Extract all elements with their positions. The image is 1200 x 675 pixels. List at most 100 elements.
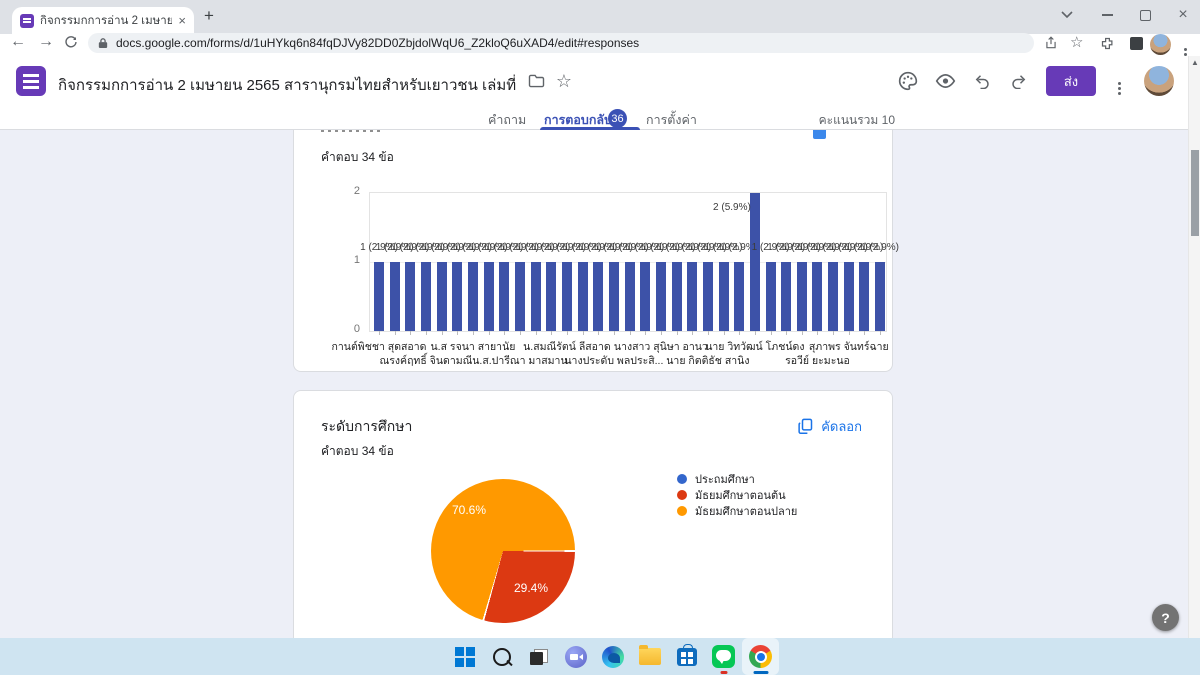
bar <box>389 262 400 331</box>
pie-slice-label-red: 29.4% <box>513 581 549 595</box>
url-text: docs.google.com/forms/d/1uHYkq6n84fqDJVy… <box>116 36 640 50</box>
x-tick <box>613 331 615 335</box>
edge-icon <box>601 645 624 668</box>
answers-count-label: คำตอบ 34 ข้อ <box>321 150 394 164</box>
start-button[interactable] <box>446 638 483 675</box>
x-tick <box>457 331 459 335</box>
x-tick <box>723 331 725 335</box>
chrome-button[interactable] <box>742 638 779 675</box>
browser-tab[interactable]: กิจกรรมกการอ่าน 2 เมษายน 2565 สา × <box>12 7 194 34</box>
bar <box>749 193 760 331</box>
new-tab-button[interactable]: + <box>204 6 214 26</box>
pie-slice-label-orange: 70.6% <box>451 503 487 517</box>
x-tick <box>692 331 694 335</box>
bar <box>828 262 839 331</box>
bar <box>859 262 870 331</box>
browser-menu-kebab-icon[interactable] <box>1184 38 1187 56</box>
file-explorer-button[interactable] <box>631 638 668 675</box>
copy-label: คัดลอก <box>821 419 862 434</box>
preview-eye-icon[interactable] <box>933 69 957 93</box>
form-title[interactable]: กิจกรรมกการอ่าน 2 เมษายน 2565 สารานุกรมไ… <box>58 73 520 97</box>
x-axis-label: นางประดับ พลประสิ... <box>564 355 664 367</box>
x-tick <box>739 331 741 335</box>
redo-icon[interactable] <box>1007 69 1031 93</box>
pie-legend: ประถมศึกษา มัธยมศึกษาตอนต้นมัธยมศึกษาตอนป… <box>677 471 797 519</box>
legend-dot <box>677 474 687 484</box>
chat-button[interactable] <box>557 638 594 675</box>
page-scrollbar[interactable]: ▲ <box>1188 56 1200 638</box>
form-menu-kebab-icon[interactable] <box>1118 72 1121 90</box>
window-close-button[interactable]: × <box>1166 0 1200 30</box>
scrollbar-up-arrow-icon[interactable]: ▲ <box>1189 58 1200 67</box>
line-button[interactable] <box>705 638 742 675</box>
x-axis-label: ณรงค์ฤทธิ์ จินดามณี <box>379 355 473 367</box>
x-tick <box>848 331 850 335</box>
question-title: ระดับการศึกษา <box>321 418 413 434</box>
share-icon[interactable] <box>1044 36 1058 50</box>
tab-search-chevron-icon[interactable] <box>1050 0 1084 30</box>
undo-icon[interactable] <box>970 69 994 93</box>
bar <box>718 262 729 331</box>
scrollbar-thumb[interactable] <box>1191 150 1199 236</box>
tab-close-icon[interactable]: × <box>178 14 186 27</box>
bar-plot: 1 (2.9%) 1 (2.9%) 1 (2.9%) 1 (2.9%) 1 (2.9%)… <box>332 192 899 367</box>
browser-profile-avatar[interactable] <box>1150 34 1171 55</box>
bar <box>702 262 713 331</box>
extension-square-icon[interactable] <box>1130 37 1143 50</box>
windows-logo-icon <box>454 646 475 667</box>
search-icon <box>492 647 511 666</box>
bar <box>608 262 619 331</box>
x-tick <box>817 331 819 335</box>
bar <box>671 262 682 331</box>
x-axis-label: นาย กิตติธัช สานิง <box>666 355 750 367</box>
x-tick <box>754 331 756 335</box>
lock-icon <box>98 38 108 48</box>
x-tick <box>535 331 537 335</box>
bar <box>734 262 745 331</box>
tab-questions[interactable]: คำถาม <box>488 110 526 130</box>
forward-icon[interactable]: → <box>38 31 54 53</box>
chat-icon <box>564 645 587 668</box>
copy-chart-button[interactable]: คัดลอก <box>798 416 862 437</box>
search-button[interactable] <box>483 638 520 675</box>
x-tick <box>519 331 521 335</box>
edge-button[interactable] <box>594 638 631 675</box>
move-to-folder-icon[interactable] <box>524 69 548 93</box>
task-view-button[interactable] <box>520 638 557 675</box>
help-button[interactable]: ? <box>1152 604 1179 631</box>
x-tick <box>410 331 412 335</box>
legend-label: มัธยมศึกษาตอนปลาย <box>695 506 798 518</box>
task-view-icon <box>529 648 548 665</box>
back-icon[interactable]: ← <box>10 31 26 53</box>
window-minimize-button[interactable] <box>1090 0 1124 30</box>
microsoft-store-icon <box>676 643 697 666</box>
x-tick <box>394 331 396 335</box>
browser-tab-title: กิจกรรมกการอ่าน 2 เมษายน 2565 สา <box>40 14 173 27</box>
bar <box>405 262 416 331</box>
send-button[interactable]: ส่ง <box>1046 66 1096 96</box>
extensions-puzzle-icon[interactable] <box>1100 36 1115 51</box>
x-tick <box>880 331 882 335</box>
star-form-icon[interactable]: ☆ <box>552 69 576 93</box>
legend-item: มัธยมศึกษาตอนต้น <box>677 487 797 503</box>
legend-item: ประถมศึกษา <box>677 471 797 487</box>
copy-chart-icon-partial[interactable] <box>813 130 826 139</box>
bar <box>420 262 431 331</box>
bar <box>499 262 510 331</box>
bookmark-star-icon[interactable]: ☆ <box>1070 32 1083 54</box>
chrome-icon <box>749 645 772 668</box>
x-tick <box>707 331 709 335</box>
reload-icon[interactable] <box>64 35 78 49</box>
url-bar[interactable]: docs.google.com/forms/d/1uHYkq6n84fqDJVy… <box>88 33 1034 53</box>
taskbar: ENG 15:22 2/4/2565 3 <box>0 638 1200 675</box>
x-tick <box>551 331 553 335</box>
google-forms-logo[interactable] <box>16 66 46 96</box>
account-avatar[interactable] <box>1144 66 1174 96</box>
window-maximize-button[interactable] <box>1128 0 1162 30</box>
bar <box>374 262 384 331</box>
microsoft-store-button[interactable] <box>668 638 705 675</box>
y-tick-0: 0 <box>353 323 360 335</box>
theme-palette-icon[interactable] <box>896 69 920 93</box>
x-tick <box>676 331 678 335</box>
tab-settings[interactable]: การตั้งค่า <box>646 110 697 130</box>
